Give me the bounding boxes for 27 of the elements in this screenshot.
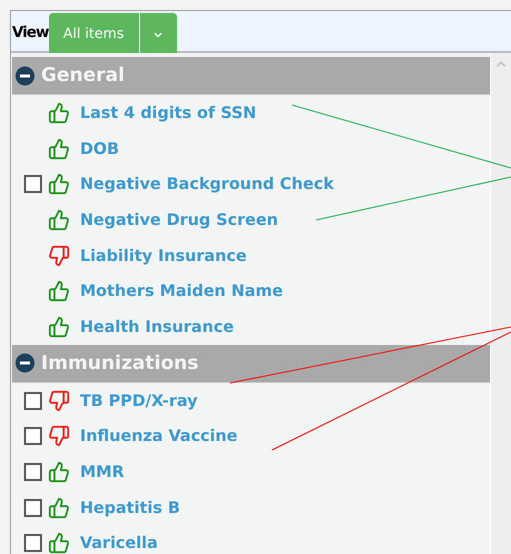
checkbox[interactable]: [24, 392, 42, 410]
item-link[interactable]: Health Insurance: [80, 314, 234, 339]
collapse-icon[interactable]: [15, 66, 35, 86]
item-link[interactable]: Negative Background Check: [80, 172, 334, 196]
item-link[interactable]: Hepatitis B: [80, 496, 180, 520]
item-link[interactable]: DOB: [80, 136, 120, 161]
item-link[interactable]: TB PPD/X-ray: [80, 388, 198, 413]
group-header[interactable]: Immunizations: [12, 344, 490, 383]
item-link[interactable]: Varicella: [80, 531, 158, 554]
item-link[interactable]: MMR: [80, 460, 124, 484]
item-link[interactable]: Mothers Maiden Name: [80, 279, 283, 304]
item-link[interactable]: Liability Insurance: [80, 244, 247, 268]
checkbox[interactable]: [24, 175, 42, 194]
item-link[interactable]: Influenza Vaccine: [80, 424, 238, 448]
view-dropdown[interactable]: All items: [48, 13, 177, 56]
group-header[interactable]: General: [12, 57, 490, 95]
view-label: View: [11, 22, 49, 43]
item-link[interactable]: Last 4 digits of SSN: [80, 100, 256, 125]
item-link[interactable]: Negative Drug Screen: [80, 208, 278, 232]
checkbox[interactable]: [24, 463, 42, 482]
scrollbar[interactable]: [490, 53, 511, 554]
group-title: General: [41, 63, 125, 88]
checkbox[interactable]: [24, 498, 42, 517]
checkbox[interactable]: [24, 427, 42, 446]
collapse-icon[interactable]: [15, 353, 35, 374]
checkbox[interactable]: [24, 534, 42, 552]
group-title: Immunizations: [41, 351, 199, 376]
